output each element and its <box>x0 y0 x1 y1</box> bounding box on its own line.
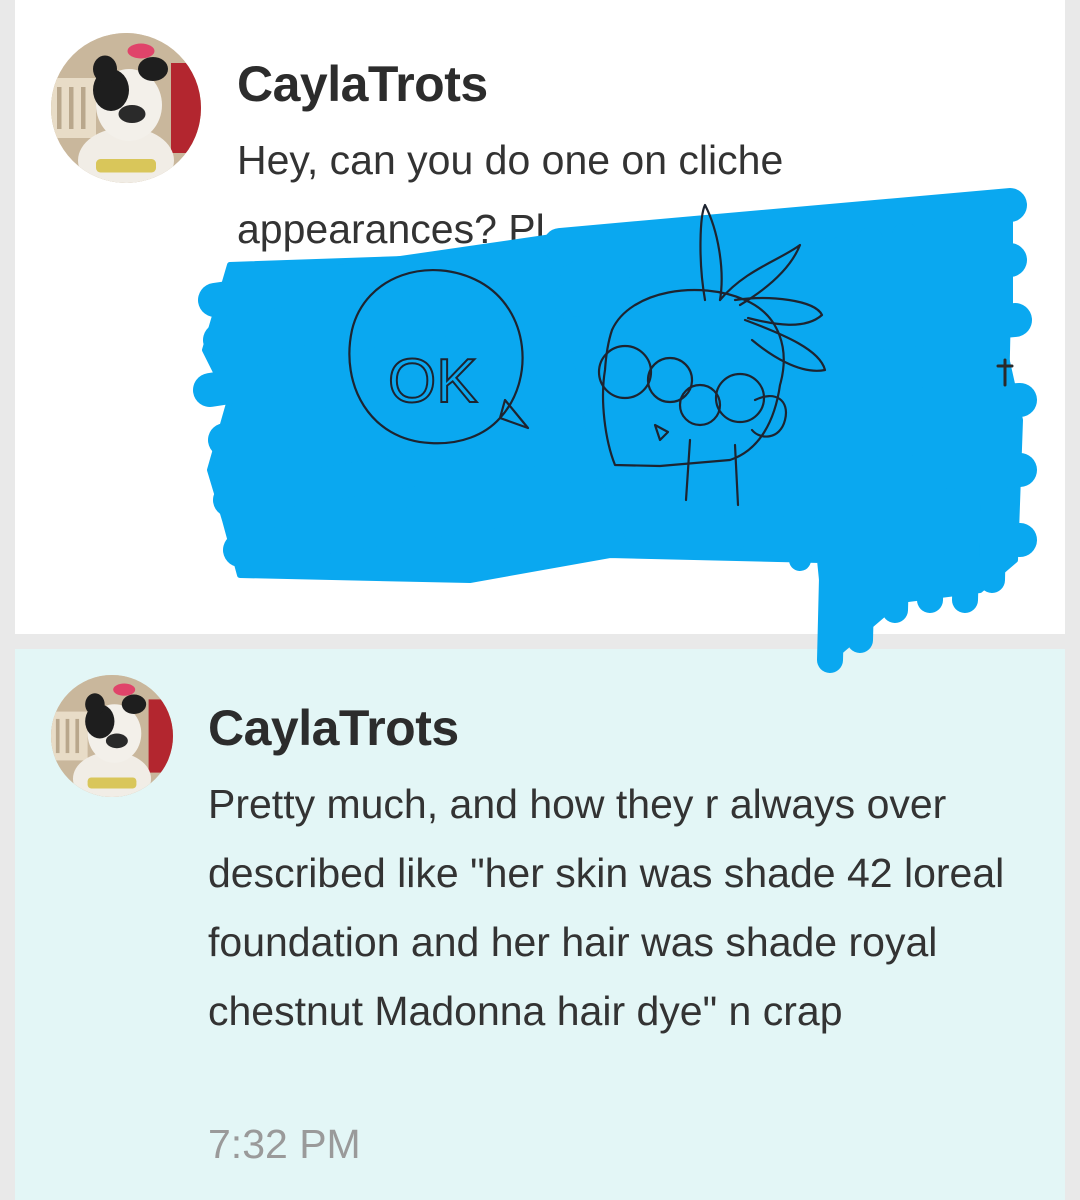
user-avatar[interactable] <box>51 33 201 183</box>
dog-avatar-image <box>51 675 173 797</box>
message-text: Hey, can you do one on cliche appearance… <box>237 126 1037 264</box>
message-text: Pretty much, and how they r always over … <box>208 781 1005 1034</box>
message-timestamp: 7:32 PM <box>208 1121 361 1167</box>
username[interactable]: CaylaTrots <box>208 699 459 757</box>
message-line: appearances? Pl <box>237 206 545 252</box>
dog-avatar-image <box>51 33 201 183</box>
user-avatar[interactable] <box>51 675 173 797</box>
message-line: Hey, can you do one on cliche <box>237 137 784 183</box>
message-timestamp: 6:21 PM <box>237 540 390 586</box>
username[interactable]: CaylaTrots <box>237 55 488 113</box>
message-card-1[interactable]: CaylaTrots Hey, can you do one on cliche… <box>15 0 1065 634</box>
message-card-2[interactable]: CaylaTrots Pretty much, and how they r a… <box>15 649 1065 1200</box>
